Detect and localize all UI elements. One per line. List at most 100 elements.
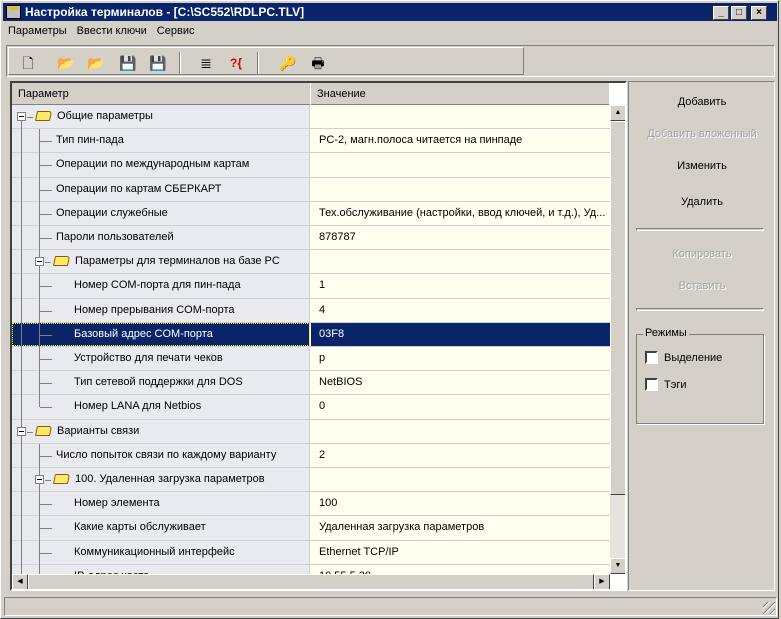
menu-enter-keys[interactable]: Ввести ключи bbox=[72, 22, 152, 41]
table-row[interactable]: Устройство для печати чеков p bbox=[12, 347, 610, 372]
resize-grip-icon[interactable] bbox=[763, 602, 775, 614]
table-row[interactable]: Общие параметры bbox=[12, 105, 610, 142]
parameter-cell[interactable]: Параметры для терминалов на базе PC bbox=[12, 250, 310, 276]
table-row[interactable]: IP-адрес хоста 10.55.5.20 bbox=[12, 564, 610, 574]
parameter-cell[interactable]: 100. Удаленная загрузка параметров bbox=[12, 468, 310, 493]
printer-icon[interactable]: 🖶 bbox=[309, 54, 327, 72]
save-icon[interactable]: 💾 bbox=[119, 54, 137, 72]
value-cell[interactable] bbox=[311, 250, 610, 274]
table-row[interactable]: Операции по картам СБЕРКАРТ bbox=[12, 177, 610, 203]
value-cell[interactable]: 878787 bbox=[311, 226, 610, 250]
menu-parameters[interactable]: Параметры bbox=[3, 22, 72, 41]
column-header-parameter[interactable]: Параметр bbox=[12, 83, 311, 105]
parameter-cell[interactable]: Какие карты обслуживает bbox=[12, 516, 310, 542]
value-cell[interactable] bbox=[311, 419, 610, 443]
table-row[interactable]: Номер LANA для Netbios 0 bbox=[12, 395, 610, 421]
selection-checkbox[interactable]: Выделение bbox=[645, 351, 722, 364]
collapse-icon[interactable] bbox=[35, 257, 44, 267]
vertical-scroll-thumb[interactable] bbox=[610, 121, 625, 495]
table-row[interactable]: Базовый адрес COM-порта 03F8 bbox=[12, 322, 610, 348]
parameter-cell[interactable]: Базовый адрес COM-порта bbox=[12, 322, 310, 348]
query-braces-icon[interactable]: ?{ bbox=[227, 54, 245, 72]
table-row[interactable]: Варианты связи bbox=[12, 419, 610, 445]
table-row[interactable]: Номер элемента 100 bbox=[12, 492, 610, 518]
parameter-cell[interactable]: Операции по международным картам bbox=[12, 153, 310, 179]
value-cell[interactable]: 4 bbox=[311, 298, 610, 322]
parameter-cell[interactable]: Номер COM-порта для пин-пада bbox=[12, 274, 310, 300]
scroll-left-arrow-icon[interactable]: ◀ bbox=[12, 574, 28, 589]
parameter-cell[interactable]: Общие параметры bbox=[12, 105, 310, 142]
parameter-cell[interactable]: Число попыток связи по каждому варианту bbox=[12, 443, 310, 469]
tags-checkbox[interactable]: Тэги bbox=[645, 378, 687, 391]
checkbox-icon[interactable] bbox=[645, 351, 658, 364]
table-row[interactable]: Число попыток связи по каждому варианту 2 bbox=[12, 443, 610, 469]
parameter-cell[interactable]: Операции служебные bbox=[12, 201, 310, 227]
table-row[interactable]: Параметры для терминалов на базе PC bbox=[12, 250, 610, 276]
value-cell[interactable] bbox=[311, 153, 610, 177]
parameter-cell[interactable]: Тип пин-пада bbox=[12, 129, 310, 155]
table-row[interactable]: 100. Удаленная загрузка параметров bbox=[12, 468, 610, 493]
value-cell[interactable] bbox=[311, 105, 610, 129]
table-row[interactable]: Пароли пользователей 878787 bbox=[12, 226, 610, 251]
table-row[interactable]: Тип сетевой поддержки для DOS NetBIOS bbox=[12, 371, 610, 397]
delete-button[interactable]: Удалить bbox=[633, 190, 771, 214]
value-cell[interactable]: Удаленная загрузка параметров bbox=[311, 516, 610, 540]
collapse-icon[interactable] bbox=[17, 426, 26, 436]
value-cell[interactable]: 100 bbox=[311, 492, 610, 516]
open-add-folder-icon[interactable]: 📂 bbox=[87, 54, 105, 72]
value-cell[interactable]: Тех.обслуживание (настройки, ввод ключей… bbox=[311, 201, 610, 225]
add-button[interactable]: Добавить bbox=[633, 90, 771, 114]
table-row[interactable]: Операции по международным картам bbox=[12, 153, 610, 179]
value-cell[interactable]: 2 bbox=[311, 443, 610, 467]
table-row[interactable]: Коммуникационный интерфейс Ethernet TCP/I… bbox=[12, 540, 610, 566]
menu-service[interactable]: Сервис bbox=[152, 22, 200, 41]
vertical-scrollbar[interactable]: ▲ ▼ bbox=[610, 105, 625, 574]
edit-button[interactable]: Изменить bbox=[633, 154, 771, 178]
parameter-cell[interactable]: Номер элемента bbox=[12, 492, 310, 518]
parameter-cell[interactable]: IP-адрес хоста bbox=[12, 564, 310, 574]
value-cell[interactable]: p bbox=[311, 347, 610, 371]
maximize-button[interactable]: □ bbox=[731, 6, 747, 20]
value-cell[interactable]: PC-2, магн.полоса читается на пинпаде bbox=[311, 129, 610, 153]
collapse-icon[interactable] bbox=[17, 112, 26, 121]
scroll-right-arrow-icon[interactable]: ▶ bbox=[594, 574, 610, 589]
table-row[interactable]: Номер COM-порта для пин-пада 1 bbox=[12, 274, 610, 300]
parameter-cell[interactable]: Номер LANA для Netbios bbox=[12, 395, 310, 421]
parameter-cell[interactable]: Пароли пользователей bbox=[12, 226, 310, 251]
new-file-icon[interactable]: 🗋 bbox=[19, 54, 37, 72]
value-cell[interactable]: 10.55.5.20 bbox=[311, 564, 610, 574]
value-cell[interactable] bbox=[311, 177, 610, 201]
copy-button[interactable]: Копировать bbox=[633, 242, 771, 266]
scroll-up-arrow-icon[interactable]: ▲ bbox=[610, 105, 625, 121]
parameter-cell[interactable]: Операции по картам СБЕРКАРТ bbox=[12, 177, 310, 203]
value-cell[interactable] bbox=[311, 468, 610, 492]
horizontal-scroll-thumb[interactable] bbox=[28, 574, 594, 589]
table-row[interactable]: Операции служебные Тех.обслуживание (наст… bbox=[12, 201, 610, 227]
save-as-icon[interactable]: 💾 bbox=[149, 54, 167, 72]
close-button[interactable]: × bbox=[751, 6, 767, 20]
scroll-down-arrow-icon[interactable]: ▼ bbox=[610, 558, 625, 574]
parameter-cell[interactable]: Варианты связи bbox=[12, 419, 310, 445]
table-row[interactable]: Номер прерывания COM-порта 4 bbox=[12, 298, 610, 324]
checkbox-icon[interactable] bbox=[645, 378, 658, 391]
column-header-value[interactable]: Значение bbox=[311, 83, 610, 105]
value-cell[interactable]: 0 bbox=[311, 395, 610, 419]
paste-button[interactable]: Вставить bbox=[633, 274, 771, 298]
run-list-icon[interactable]: ≣ bbox=[197, 54, 215, 72]
parameter-cell[interactable]: Номер прерывания COM-порта bbox=[12, 298, 310, 324]
table-row[interactable]: Какие карты обслуживает Удаленная загрузк… bbox=[12, 516, 610, 542]
parameter-cell[interactable]: Тип сетевой поддержки для DOS bbox=[12, 371, 310, 397]
table-row[interactable]: Тип пин-пада PC-2, магн.полоса читается н… bbox=[12, 129, 610, 155]
open-folder-icon[interactable]: 📂 bbox=[57, 54, 75, 72]
add-nested-button[interactable]: Добавить вложенный bbox=[633, 122, 771, 146]
value-cell[interactable]: 03F8 bbox=[311, 322, 610, 346]
value-cell[interactable]: NetBIOS bbox=[311, 371, 610, 395]
parameter-cell[interactable]: Устройство для печати чеков bbox=[12, 347, 310, 372]
key-icon[interactable]: 🔑 bbox=[279, 54, 297, 72]
collapse-icon[interactable] bbox=[35, 475, 44, 484]
parameter-cell[interactable]: Коммуникационный интерфейс bbox=[12, 540, 310, 566]
horizontal-scrollbar[interactable]: ◀ ▶ bbox=[12, 574, 610, 589]
value-cell[interactable]: 1 bbox=[311, 274, 610, 298]
value-cell[interactable]: Ethernet TCP/IP bbox=[311, 540, 610, 564]
minimize-button[interactable]: _ bbox=[713, 6, 729, 20]
